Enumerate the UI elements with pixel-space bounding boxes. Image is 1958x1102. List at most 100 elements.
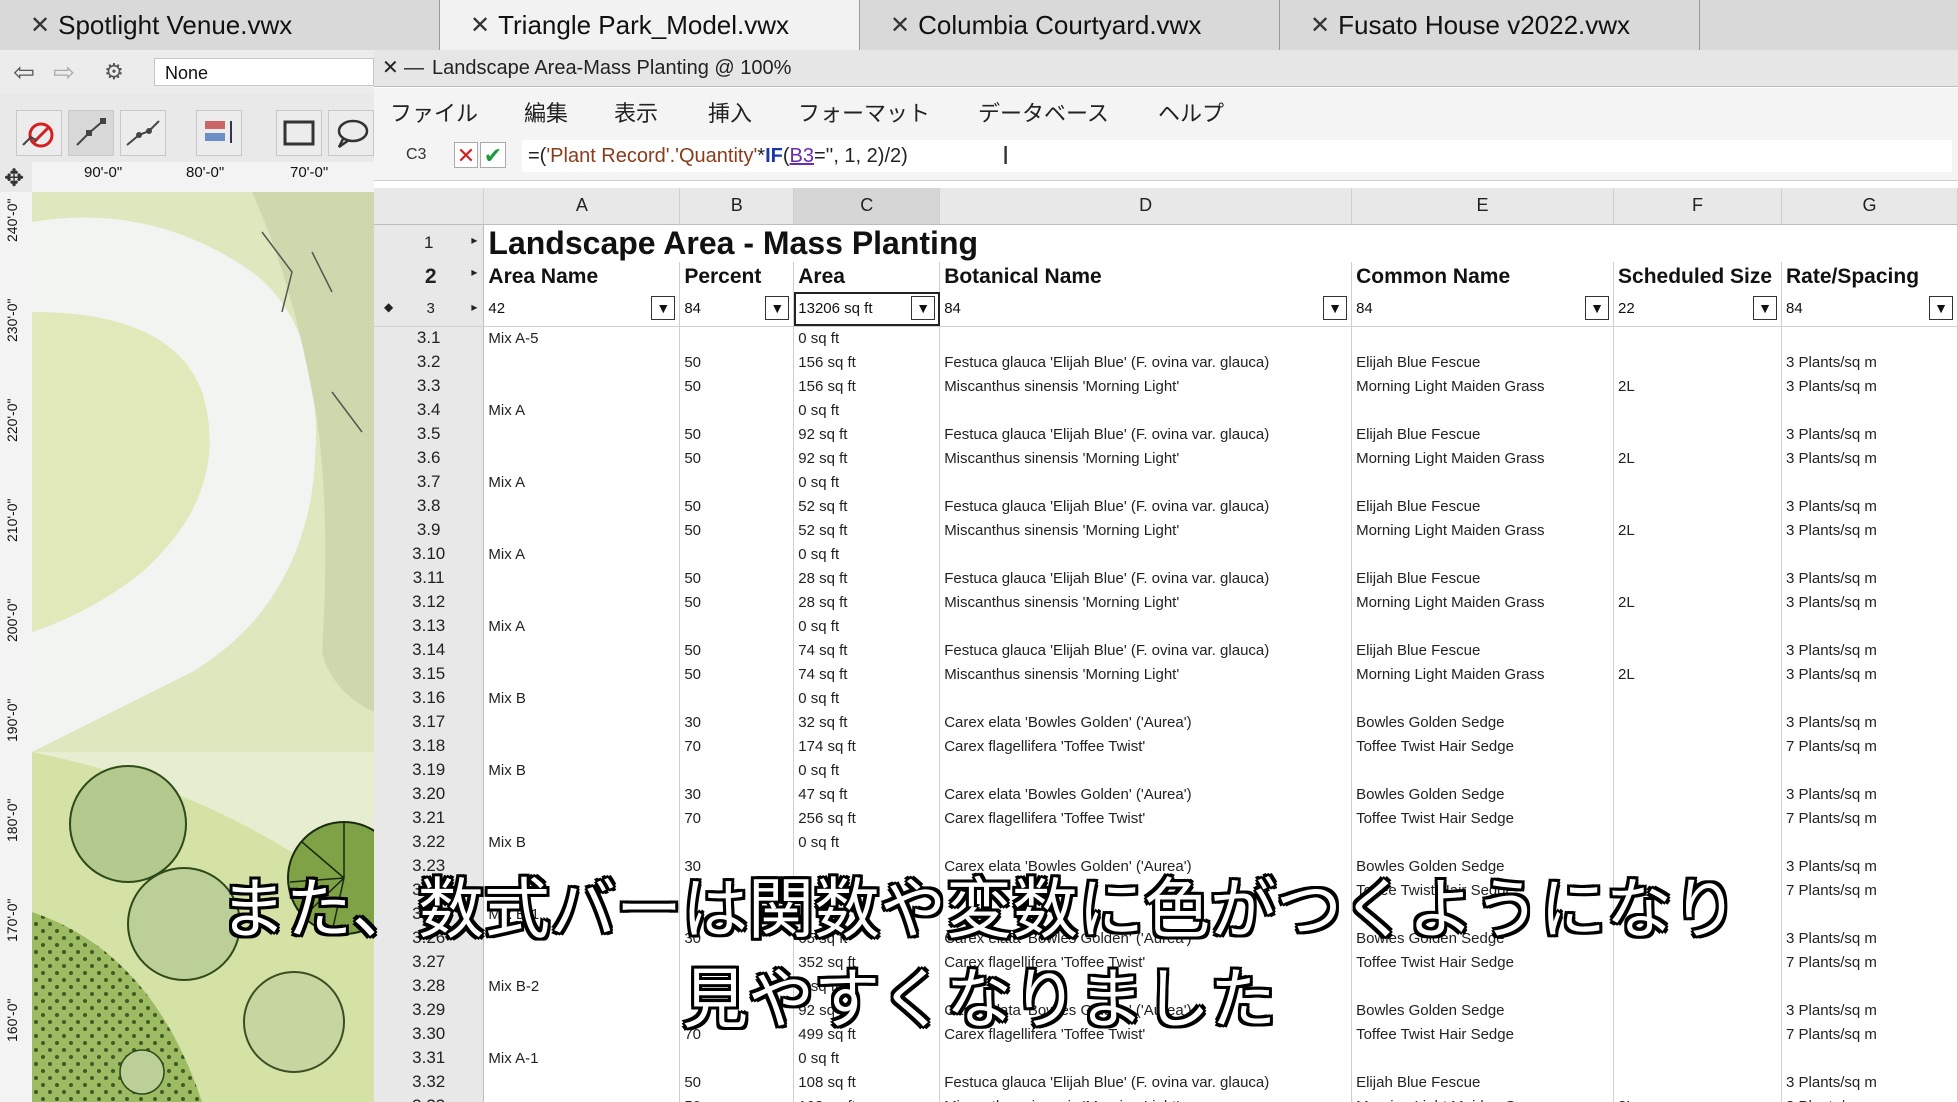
table-cell[interactable] xyxy=(1613,422,1782,446)
row-header[interactable]: 3.7 xyxy=(374,470,485,494)
table-cell[interactable] xyxy=(1613,494,1782,518)
table-cell[interactable] xyxy=(1351,470,1615,494)
table-cell[interactable]: 3 Plants/sq m xyxy=(1781,1070,1958,1094)
table-cell[interactable]: 2L xyxy=(1613,374,1782,398)
table-cell[interactable]: 0 sq ft xyxy=(793,830,941,854)
table-cell[interactable]: Morning Light Maiden Grass xyxy=(1351,1094,1615,1102)
row-header[interactable]: 3.9 xyxy=(374,518,485,542)
table-cell[interactable] xyxy=(1613,614,1782,638)
table-cell[interactable]: 7 Plants/sq m xyxy=(1781,806,1958,830)
row-header[interactable]: 3.12 xyxy=(374,590,485,614)
table-cell[interactable]: 0 sq ft xyxy=(793,1046,941,1070)
table-cell[interactable]: 3 Plants/sq m xyxy=(1781,638,1958,662)
expand-row-icon[interactable]: ▸ xyxy=(471,300,477,314)
table-cell[interactable]: Mix A-1 xyxy=(483,1046,681,1070)
menu-format[interactable]: フォーマット xyxy=(798,96,930,128)
row-header[interactable]: 3.10 xyxy=(374,542,485,566)
table-cell[interactable] xyxy=(483,662,681,686)
table-cell[interactable]: 28 sq ft xyxy=(793,566,941,590)
table-cell[interactable]: 52 sq ft xyxy=(793,494,941,518)
table-cell[interactable]: Festuca glauca 'Elijah Blue' (F. ovina v… xyxy=(939,494,1353,518)
row-header[interactable]: 3.32 xyxy=(374,1070,485,1094)
row-header[interactable]: 3.3 xyxy=(374,374,485,398)
table-cell[interactable]: Miscanthus sinensis 'Morning Light' xyxy=(939,1094,1353,1102)
table-cell[interactable]: 50 xyxy=(679,518,795,542)
table-cell[interactable]: 156 sq ft xyxy=(793,374,941,398)
table-cell[interactable] xyxy=(939,686,1353,710)
close-tab-icon[interactable]: ✕ xyxy=(470,11,490,40)
dropdown-icon[interactable]: ▼ xyxy=(1585,296,1610,320)
table-cell[interactable]: 3 Plants/sq m xyxy=(1781,446,1958,470)
doc-tab-columbia-courtyard[interactable]: ✕ Columbia Courtyard.vwx xyxy=(860,0,1280,50)
table-cell[interactable] xyxy=(483,590,681,614)
table-cell[interactable]: 92 sq ft xyxy=(793,446,941,470)
header-cell[interactable]: Common Name xyxy=(1351,262,1615,292)
table-cell[interactable] xyxy=(679,686,795,710)
table-cell[interactable] xyxy=(483,638,681,662)
table-cell[interactable]: Miscanthus sinensis 'Morning Light' xyxy=(939,590,1353,614)
table-cell[interactable]: 3 Plants/sq m xyxy=(1781,590,1958,614)
close-tab-icon[interactable]: ✕ xyxy=(1310,11,1330,40)
table-cell[interactable] xyxy=(483,710,681,734)
database-cell[interactable]: 84 ▼ xyxy=(939,292,1353,327)
accept-edit-button[interactable]: ✔ xyxy=(480,142,506,168)
table-cell[interactable] xyxy=(1613,542,1782,566)
table-cell[interactable] xyxy=(939,1046,1353,1070)
table-cell[interactable]: Festuca glauca 'Elijah Blue' (F. ovina v… xyxy=(939,350,1353,374)
database-cell[interactable]: 22 ▼ xyxy=(1613,292,1782,327)
row-header[interactable]: 3.1 xyxy=(374,326,485,350)
table-cell[interactable] xyxy=(1781,398,1958,422)
table-cell[interactable] xyxy=(1781,326,1958,350)
table-cell[interactable] xyxy=(483,422,681,446)
table-cell[interactable] xyxy=(679,470,795,494)
table-cell[interactable]: 3 Plants/sq m xyxy=(1781,1094,1958,1102)
table-cell[interactable]: Carex elata 'Bowles Golden' ('Aurea') xyxy=(939,782,1353,806)
table-cell[interactable] xyxy=(483,374,681,398)
expand-row-icon[interactable]: ▸ xyxy=(471,265,477,279)
row-header[interactable]: 3.19 xyxy=(374,758,485,782)
table-cell[interactable]: 3 Plants/sq m xyxy=(1781,350,1958,374)
row-header[interactable]: 3.8 xyxy=(374,494,485,518)
header-cell[interactable]: Rate/Spacing xyxy=(1781,262,1958,292)
table-cell[interactable]: Elijah Blue Fescue xyxy=(1351,350,1615,374)
table-cell[interactable]: 50 xyxy=(679,494,795,518)
table-cell[interactable]: 3 Plants/sq m xyxy=(1781,518,1958,542)
table-cell[interactable] xyxy=(483,518,681,542)
table-cell[interactable]: Miscanthus sinensis 'Morning Light' xyxy=(939,446,1353,470)
row-header[interactable]: 3.13 xyxy=(374,614,485,638)
table-cell[interactable]: Mix A-5 xyxy=(483,326,681,350)
table-cell[interactable]: Elijah Blue Fescue xyxy=(1351,638,1615,662)
forward-arrow-icon[interactable]: ⇨ xyxy=(48,58,80,86)
table-cell[interactable] xyxy=(1351,614,1615,638)
table-cell[interactable] xyxy=(1613,758,1782,782)
close-icon[interactable]: ✕ xyxy=(382,50,399,86)
back-arrow-icon[interactable]: ⇦ xyxy=(8,58,40,86)
worksheet-heading[interactable]: Landscape Area - Mass Planting xyxy=(483,224,1958,262)
table-cell[interactable]: 2L xyxy=(1613,662,1782,686)
table-cell[interactable] xyxy=(483,1094,681,1102)
row-header[interactable]: 3.6 xyxy=(374,446,485,470)
table-cell[interactable]: Mix B xyxy=(483,830,681,854)
table-cell[interactable] xyxy=(1613,734,1782,758)
table-cell[interactable] xyxy=(483,446,681,470)
table-cell[interactable]: Bowles Golden Sedge xyxy=(1351,782,1615,806)
database-cell[interactable]: 84 ▼ xyxy=(679,292,795,327)
table-cell[interactable]: 92 sq ft xyxy=(793,422,941,446)
table-cell[interactable] xyxy=(1613,398,1782,422)
table-cell[interactable]: 7 Plants/sq m xyxy=(1781,734,1958,758)
table-cell[interactable]: Carex elata 'Bowles Golden' ('Aurea') xyxy=(939,710,1353,734)
table-cell[interactable] xyxy=(1351,1046,1615,1070)
view-frame-icon[interactable] xyxy=(276,110,322,156)
row-header[interactable]: 3.11 xyxy=(374,566,485,590)
table-cell[interactable] xyxy=(679,542,795,566)
table-cell[interactable]: 3 Plants/sq m xyxy=(1781,494,1958,518)
table-cell[interactable]: 0 sq ft xyxy=(793,470,941,494)
row-header[interactable]: 3.18 xyxy=(374,734,485,758)
table-cell[interactable]: Carex flagellifera 'Toffee Twist' xyxy=(939,806,1353,830)
table-cell[interactable] xyxy=(939,398,1353,422)
doc-tab-spotlight-venue[interactable]: ✕ Spotlight Venue.vwx xyxy=(0,0,440,50)
database-cell[interactable]: 42 ▼ xyxy=(483,292,681,327)
table-cell[interactable]: 0 sq ft xyxy=(793,614,941,638)
table-cell[interactable] xyxy=(1613,566,1782,590)
table-cell[interactable] xyxy=(1781,1046,1958,1070)
